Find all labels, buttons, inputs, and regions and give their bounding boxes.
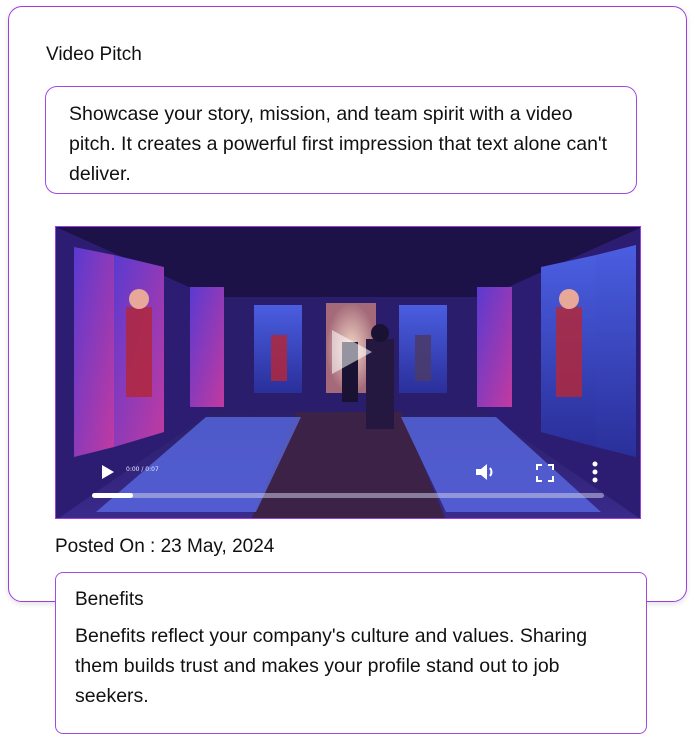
progress-bar[interactable]	[92, 493, 604, 498]
video-pitch-title: Video Pitch	[46, 44, 142, 65]
video-pitch-description: Showcase your story, mission, and team s…	[45, 86, 637, 194]
video-time: 0:00 / 0:07	[126, 466, 159, 473]
fullscreen-icon[interactable]	[536, 464, 554, 482]
video-pitch-description-text: Showcase your story, mission, and team s…	[69, 103, 608, 185]
benefits-title: Benefits	[75, 589, 144, 610]
volume-icon[interactable]	[475, 462, 497, 482]
benefits-description: Benefits reflect your company's culture …	[75, 625, 588, 707]
video-controls: 0:00 / 0:07	[55, 452, 641, 512]
posted-on-date: Posted On : 23 May, 2024	[55, 536, 275, 557]
progress-bar-fill	[92, 493, 133, 498]
benefits-card: Benefits Benefits reflect your company's…	[55, 572, 647, 734]
more-options-icon[interactable]	[592, 461, 598, 483]
big-play-icon[interactable]	[330, 328, 374, 376]
play-icon[interactable]	[101, 464, 115, 480]
